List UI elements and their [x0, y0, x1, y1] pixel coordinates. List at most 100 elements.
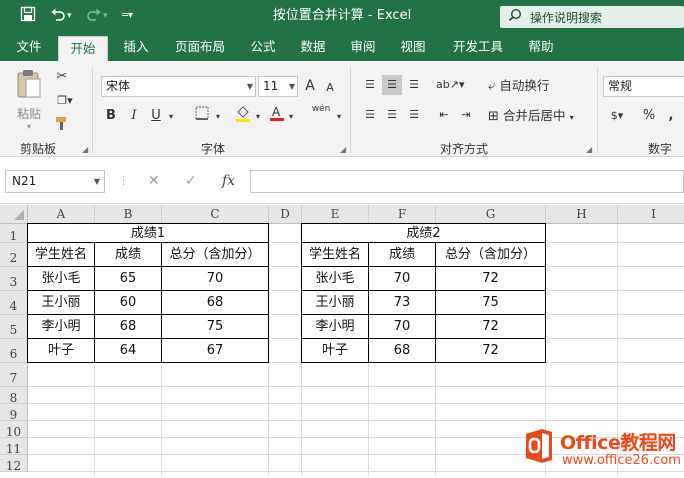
undo-icon[interactable] — [50, 6, 66, 27]
tab-review[interactable]: 审阅 — [340, 33, 386, 61]
tab-help[interactable]: 帮助 — [518, 33, 564, 61]
column-header-b[interactable]: B — [95, 205, 162, 224]
table2-data-cell[interactable]: 72 — [436, 267, 546, 291]
fill-color-dropdown-icon[interactable]: ▾ — [253, 107, 263, 127]
phonetic-dropdown-icon[interactable]: ▾ — [334, 107, 344, 127]
font-color-dropdown-icon[interactable]: ▾ — [286, 107, 296, 127]
table1-title-cell[interactable]: 成绩1 — [28, 224, 269, 243]
row-header-2[interactable]: 2 — [0, 243, 28, 267]
tab-insert[interactable]: 插入 — [113, 33, 159, 61]
table1-data-cell[interactable]: 68 — [95, 315, 162, 339]
name-box[interactable]: N21 ▼ — [5, 170, 105, 193]
table2-header-cell[interactable]: 总分（含加分） — [436, 243, 546, 267]
decrease-indent-icon[interactable]: ⇤ — [434, 105, 454, 125]
table2-data-cell[interactable]: 张小毛 — [302, 267, 369, 291]
table1-data-cell[interactable]: 李小明 — [28, 315, 95, 339]
enter-icon[interactable]: ✓ — [185, 172, 197, 190]
table1-data-cell[interactable]: 70 — [162, 267, 269, 291]
table1-data-cell[interactable]: 叶子 — [28, 339, 95, 363]
borders-icon[interactable] — [190, 106, 214, 127]
row-header-11[interactable]: 11 — [0, 438, 28, 456]
row-header-7[interactable]: 7 — [0, 363, 28, 387]
table2-data-cell[interactable]: 王小丽 — [302, 291, 369, 315]
row-header-1[interactable]: 1 — [0, 224, 28, 243]
format-painter-icon[interactable] — [52, 115, 72, 138]
font-size-combo[interactable]: 11 ▼ — [258, 76, 298, 97]
align-bottom-icon[interactable]: ☰ — [404, 75, 424, 95]
table1-header-cell[interactable]: 成绩 — [95, 243, 162, 267]
phonetic-button[interactable]: wén — [308, 104, 334, 114]
orientation-icon[interactable]: ab↗▾ — [436, 75, 464, 95]
cancel-icon[interactable]: ✕ — [148, 172, 160, 190]
cut-icon[interactable]: ✂ — [52, 67, 72, 87]
table1-data-cell[interactable]: 65 — [95, 267, 162, 291]
align-top-icon[interactable]: ☰ — [360, 75, 380, 95]
table2-data-cell[interactable]: 75 — [436, 291, 546, 315]
table2-header-cell[interactable]: 成绩 — [369, 243, 436, 267]
number-format-combo[interactable]: 常规 — [603, 76, 684, 97]
copy-icon[interactable]: ❐▾ — [52, 91, 78, 111]
table2-data-cell[interactable]: 72 — [436, 339, 546, 363]
tab-formulas[interactable]: 公式 — [241, 33, 285, 61]
row-header-5[interactable]: 5 — [0, 315, 28, 339]
column-header-h[interactable]: H — [546, 205, 618, 224]
row-header-12[interactable]: 12 — [0, 455, 28, 473]
table2-data-cell[interactable]: 70 — [369, 267, 436, 291]
tab-file[interactable]: 文件 — [6, 33, 52, 61]
table2-data-cell[interactable]: 68 — [369, 339, 436, 363]
select-all-button[interactable] — [0, 205, 28, 224]
column-header-i[interactable]: I — [618, 205, 684, 224]
bold-button[interactable]: B — [103, 106, 119, 126]
column-header-f[interactable]: F — [369, 205, 436, 224]
align-middle-icon[interactable]: ☰ — [382, 75, 402, 95]
table2-header-cell[interactable]: 学生姓名 — [302, 243, 369, 267]
font-launcher-icon[interactable]: ◢ — [340, 145, 346, 154]
redo-icon[interactable] — [86, 6, 102, 27]
table1-data-cell[interactable]: 王小丽 — [28, 291, 95, 315]
underline-dropdown-icon[interactable]: ▾ — [166, 107, 176, 127]
row-header-9[interactable]: 9 — [0, 404, 28, 422]
align-right-icon[interactable]: ☰ — [404, 105, 424, 125]
table1-data-cell[interactable]: 67 — [162, 339, 269, 363]
clipboard-launcher-icon[interactable]: ◢ — [82, 145, 88, 154]
borders-dropdown-icon[interactable]: ▾ — [213, 107, 223, 127]
row-header-4[interactable]: 4 — [0, 291, 28, 315]
table1-data-cell[interactable]: 60 — [95, 291, 162, 315]
table1-header-cell[interactable]: 学生姓名 — [28, 243, 95, 267]
tab-view[interactable]: 视图 — [390, 33, 436, 61]
column-header-e[interactable]: E — [302, 205, 369, 224]
column-header-a[interactable]: A — [28, 205, 95, 224]
underline-button[interactable]: U — [148, 106, 164, 126]
table1-header-cell[interactable]: 总分（含加分） — [162, 243, 269, 267]
paste-button[interactable]: 粘贴 ▾ — [12, 69, 46, 131]
tab-developer[interactable]: 开发工具 — [442, 33, 514, 61]
wrap-text-button[interactable]: ⤶ 自动换行 — [488, 76, 568, 97]
table2-data-cell[interactable]: 70 — [369, 315, 436, 339]
customize-icon[interactable]: ═▾ — [122, 6, 133, 26]
grow-font-button[interactable]: A — [302, 76, 318, 96]
redo-dropdown-icon[interactable]: ▾ — [103, 6, 108, 26]
column-header-d[interactable]: D — [269, 205, 302, 224]
table2-data-cell[interactable]: 72 — [436, 315, 546, 339]
column-header-c[interactable]: C — [162, 205, 269, 224]
undo-dropdown-icon[interactable]: ▾ — [67, 6, 72, 26]
tab-page-layout[interactable]: 页面布局 — [164, 33, 236, 61]
align-center-icon[interactable]: ☰ — [382, 105, 402, 125]
increase-indent-icon[interactable]: ⇥ — [456, 105, 476, 125]
alignment-launcher-icon[interactable]: ◢ — [586, 145, 592, 154]
font-color-icon[interactable]: A — [268, 104, 286, 129]
table2-data-cell[interactable]: 叶子 — [302, 339, 369, 363]
table1-data-cell[interactable]: 张小毛 — [28, 267, 95, 291]
table2-title-cell[interactable]: 成绩2 — [302, 224, 546, 243]
table1-data-cell[interactable]: 68 — [162, 291, 269, 315]
table2-data-cell[interactable]: 73 — [369, 291, 436, 315]
font-name-combo[interactable]: 宋体 ▼ — [101, 76, 256, 97]
tab-home[interactable]: 开始 — [58, 36, 108, 61]
insert-function-icon[interactable]: fx — [222, 172, 235, 190]
fill-color-icon[interactable] — [234, 105, 252, 130]
formula-input[interactable] — [250, 170, 684, 193]
column-header-g[interactable]: G — [436, 205, 546, 224]
accounting-format-icon[interactable]: $▾ — [604, 106, 630, 126]
table1-data-cell[interactable]: 64 — [95, 339, 162, 363]
comma-button[interactable]: , — [664, 106, 678, 126]
